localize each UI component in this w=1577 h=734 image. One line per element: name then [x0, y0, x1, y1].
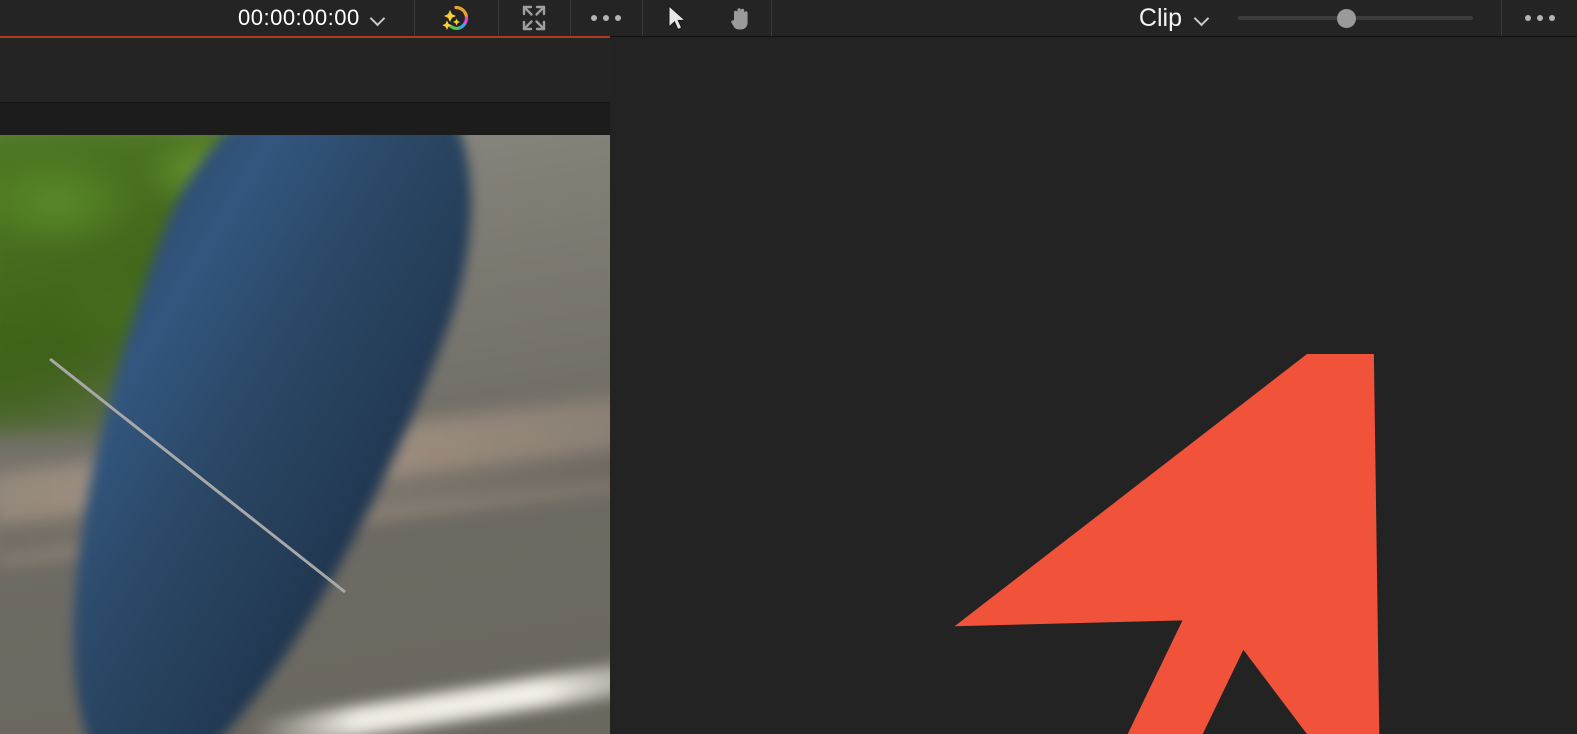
arrow-cursor-icon — [668, 4, 687, 31]
viewer-options-button[interactable] — [571, 0, 642, 36]
expand-arrows-icon — [523, 5, 546, 31]
hand-pan-icon — [731, 8, 748, 30]
zoom-slider-thumb[interactable] — [1336, 8, 1356, 28]
fullscreen-button[interactable] — [499, 0, 570, 36]
davinci-resolve-viewer-screen: 00:00:00:00 Clip — [0, 0, 1577, 734]
chevron-down-icon[interactable] — [1194, 10, 1210, 26]
node-connection-wire — [49, 357, 346, 594]
zoom-slider[interactable] — [1238, 0, 1473, 36]
magic-color-wheel-icon — [442, 5, 469, 31]
view-mode-selector[interactable]: Clip — [1139, 0, 1218, 36]
pointer-tool-button[interactable] — [643, 0, 711, 36]
view-mode-label: Clip — [1138, 3, 1182, 32]
three-dots-icon — [1524, 15, 1555, 21]
hand-tool-button[interactable] — [711, 0, 771, 36]
more-options-button[interactable] — [1502, 0, 1577, 36]
three-dots-icon — [591, 15, 622, 21]
enhance-button[interactable] — [415, 0, 498, 36]
